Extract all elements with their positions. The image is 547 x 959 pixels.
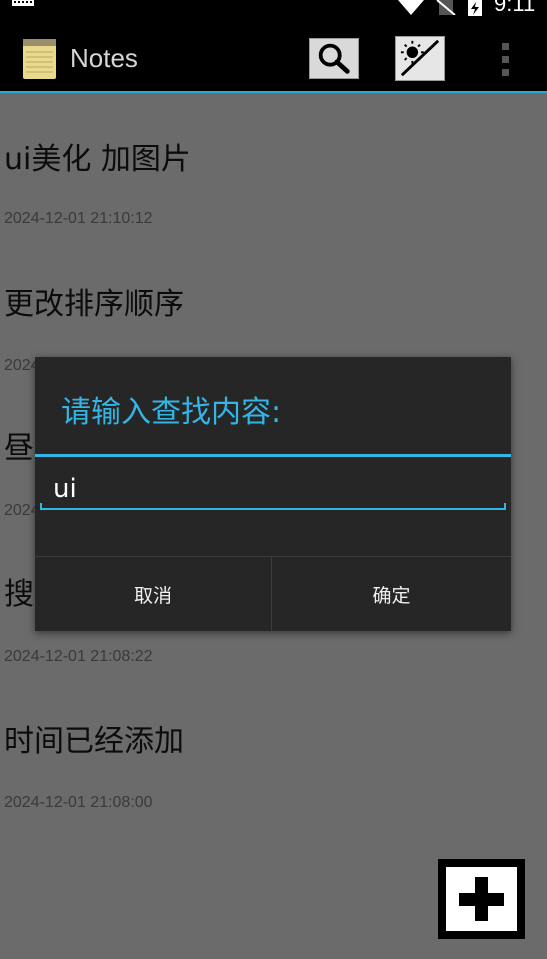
notepad-app-icon [23,39,56,79]
keyboard-icon [12,0,34,6]
cancel-button[interactable]: 取消 [35,557,272,631]
more-vert-icon [502,43,509,76]
note-title: ui美化 加图片 [4,142,191,177]
no-sim-icon [436,0,456,15]
search-input-container [40,467,506,513]
search-dialog: 请输入查找内容: 取消 确定 [35,357,511,631]
status-bar: 9:11 [0,0,547,17]
confirm-button[interactable]: 确定 [273,557,510,631]
note-title: 时间已经添加 [4,724,184,759]
overflow-menu-button[interactable] [490,37,520,81]
status-clock: 9:11 [494,0,536,16]
wifi-icon [398,0,424,15]
input-underline [40,508,506,510]
day-night-icon [400,39,440,77]
search-icon [318,43,350,74]
action-bar: Notes [0,17,547,93]
note-date: 2024-12-01 21:08:22 [4,648,153,665]
note-date: 2024-12-01 21:10:12 [4,210,153,227]
note-date: 2024-12-01 21:08:00 [4,794,153,811]
dialog-button-bar: 取消 确定 [35,556,511,631]
battery-charging-icon [468,0,482,16]
note-title: 更改排序顺序 [4,287,184,322]
day-night-toggle-button[interactable] [395,36,445,81]
dialog-divider [35,454,511,457]
add-note-button[interactable] [438,859,525,939]
search-button[interactable] [309,38,359,79]
search-input[interactable] [40,467,506,511]
dialog-title: 请输入查找内容: [61,395,282,430]
app-title: Notes [70,43,138,73]
plus-icon [446,867,517,931]
